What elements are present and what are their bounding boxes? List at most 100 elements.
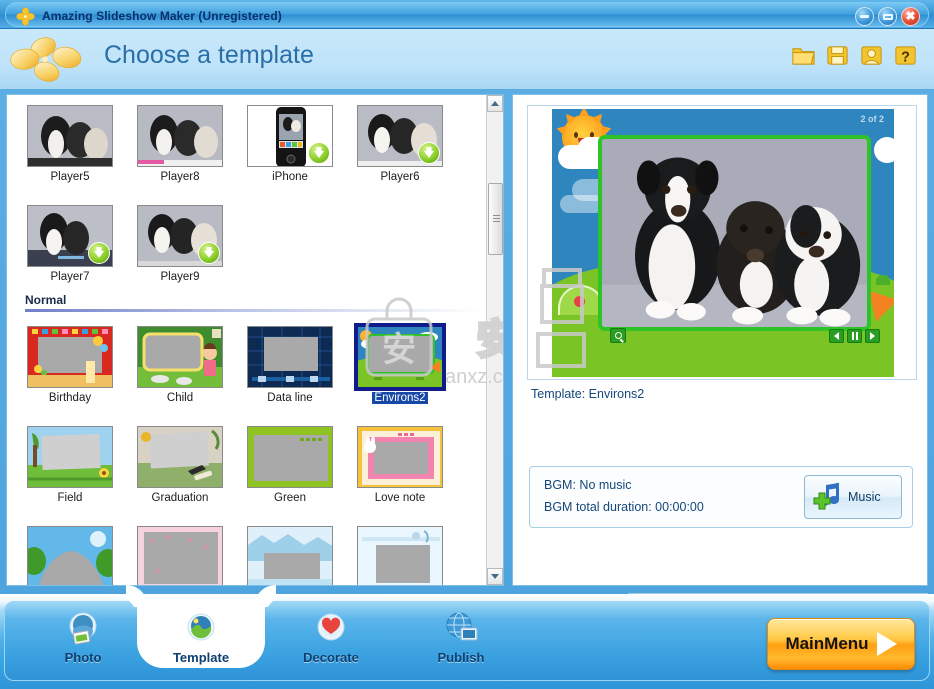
template-item[interactable]: Child bbox=[125, 320, 235, 404]
thumb-art bbox=[358, 527, 442, 585]
prev-button[interactable] bbox=[829, 329, 844, 343]
template-thumbnail[interactable] bbox=[27, 526, 113, 585]
bgm-panel: BGM: No music BGM total duration: 00:00:… bbox=[529, 466, 913, 528]
template-item[interactable]: Player8 bbox=[125, 99, 235, 183]
template-thumbnail[interactable] bbox=[137, 326, 223, 388]
template-label: Player9 bbox=[160, 271, 200, 283]
thumb-art bbox=[28, 106, 112, 166]
template-item[interactable]: Player7 bbox=[15, 199, 125, 283]
template-label: Player5 bbox=[50, 171, 90, 183]
scrollbar-thumb[interactable] bbox=[488, 183, 503, 255]
template-item[interactable] bbox=[345, 520, 455, 585]
play-arrow-icon bbox=[876, 632, 897, 656]
tab-template[interactable]: Template bbox=[137, 596, 265, 682]
bgm-status: BGM: No music bbox=[544, 478, 632, 492]
template-item[interactable]: Player9 bbox=[125, 199, 235, 283]
minimize-icon bbox=[860, 15, 869, 18]
footer-nav-bar: Photo Template Decorate Publish MainMenu bbox=[4, 596, 930, 682]
main-menu-button[interactable]: MainMenu bbox=[767, 618, 915, 670]
template-label: Birthday bbox=[48, 392, 92, 404]
template-item[interactable]: Graduation bbox=[125, 420, 235, 504]
template-item[interactable]: Field bbox=[15, 420, 125, 504]
scroll-down-arrow-icon bbox=[491, 574, 499, 579]
template-label: Player6 bbox=[380, 171, 420, 183]
template-thumbnail[interactable] bbox=[247, 526, 333, 585]
template-thumbnail[interactable] bbox=[357, 105, 443, 167]
preview-zoom-button[interactable] bbox=[610, 328, 626, 343]
thumb-art bbox=[28, 427, 112, 487]
template-thumbnail[interactable] bbox=[247, 426, 333, 488]
template-item[interactable] bbox=[235, 520, 345, 585]
template-thumbnail[interactable] bbox=[137, 205, 223, 267]
template-thumbnail[interactable] bbox=[137, 426, 223, 488]
template-item[interactable]: Green bbox=[235, 420, 345, 504]
template-item[interactable]: Love note bbox=[345, 420, 455, 504]
thumb-art bbox=[358, 327, 442, 387]
template-item-selected[interactable]: Environs2 bbox=[345, 320, 455, 405]
template-label: Field bbox=[57, 492, 83, 504]
title-bar-inner: Amazing Slideshow Maker (Unregistered) ✖ bbox=[5, 2, 929, 27]
thumb-art bbox=[138, 327, 222, 387]
open-project-icon[interactable] bbox=[791, 43, 816, 68]
template-grid: Player5 Player8 iPhone Player6 Player7 P… bbox=[7, 95, 487, 585]
template-item[interactable] bbox=[125, 520, 235, 585]
next-button[interactable] bbox=[865, 329, 880, 343]
scroll-up-button[interactable] bbox=[487, 95, 503, 112]
template-item[interactable]: Player6 bbox=[345, 99, 455, 183]
template-item[interactable] bbox=[15, 520, 125, 585]
template-thumbnail[interactable] bbox=[27, 326, 113, 388]
main-content: Player5 Player8 iPhone Player6 Player7 P… bbox=[0, 90, 934, 626]
thumb-art bbox=[358, 427, 442, 487]
template-label: Child bbox=[166, 392, 194, 404]
window-title: Amazing Slideshow Maker (Unregistered) bbox=[42, 9, 282, 23]
music-button[interactable]: Music bbox=[804, 475, 902, 519]
template-label: Data line bbox=[267, 392, 313, 404]
scrollbar-grip-icon bbox=[493, 215, 500, 222]
photo-tab-icon bbox=[63, 608, 103, 648]
thumb-art bbox=[138, 106, 222, 166]
template-thumbnail[interactable] bbox=[357, 426, 443, 488]
template-thumbnail[interactable] bbox=[27, 205, 113, 267]
close-button[interactable]: ✖ bbox=[901, 7, 920, 26]
save-project-icon[interactable] bbox=[825, 43, 850, 68]
template-label: Graduation bbox=[151, 492, 209, 504]
section-header-normal: Normal bbox=[25, 293, 481, 312]
scroll-down-button[interactable] bbox=[487, 568, 503, 585]
template-scroll-area: Player5 Player8 iPhone Player6 Player7 P… bbox=[7, 95, 487, 585]
flower-logo-icon bbox=[16, 7, 35, 26]
template-thumbnail[interactable] bbox=[247, 105, 333, 167]
maximize-button[interactable] bbox=[878, 7, 897, 26]
preview-photo-frame bbox=[598, 135, 871, 331]
footer-nav: Photo Template Decorate Publish MainMenu bbox=[0, 594, 934, 689]
tab-decorate[interactable]: Decorate bbox=[267, 602, 395, 682]
register-user-icon[interactable] bbox=[859, 43, 884, 68]
template-thumbnail[interactable] bbox=[27, 426, 113, 488]
pause-button[interactable] bbox=[847, 329, 862, 343]
template-row: Field Graduation Green Love note bbox=[15, 420, 487, 504]
carrot-leaf-icon bbox=[876, 275, 890, 285]
minimize-button[interactable] bbox=[855, 7, 874, 26]
template-item[interactable]: iPhone bbox=[235, 99, 345, 183]
template-scrollbar[interactable] bbox=[486, 95, 503, 585]
template-thumbnail[interactable] bbox=[137, 105, 223, 167]
template-label: Player7 bbox=[50, 271, 90, 283]
template-thumbnail[interactable] bbox=[357, 526, 443, 585]
template-row: Player5 Player8 iPhone Player6 bbox=[15, 99, 487, 183]
template-thumbnail[interactable] bbox=[354, 323, 446, 391]
tab-publish[interactable]: Publish bbox=[397, 602, 525, 682]
playback-controls bbox=[829, 329, 880, 343]
template-label: Environs2 bbox=[371, 391, 429, 405]
template-thumbnail[interactable] bbox=[247, 326, 333, 388]
template-thumbnail[interactable] bbox=[137, 526, 223, 585]
template-item[interactable]: Player5 bbox=[15, 99, 125, 183]
music-button-label: Music bbox=[848, 490, 881, 504]
help-icon[interactable]: ? bbox=[893, 43, 918, 68]
section-title: Normal bbox=[25, 293, 67, 307]
template-item[interactable]: Birthday bbox=[15, 320, 125, 404]
bgm-duration: BGM total duration: 00:00:00 bbox=[544, 500, 704, 514]
tab-label: Photo bbox=[64, 650, 102, 665]
thumb-art bbox=[248, 427, 332, 487]
template-thumbnail[interactable] bbox=[27, 105, 113, 167]
template-item[interactable]: Data line bbox=[235, 320, 345, 404]
download-badge-icon bbox=[308, 142, 330, 164]
